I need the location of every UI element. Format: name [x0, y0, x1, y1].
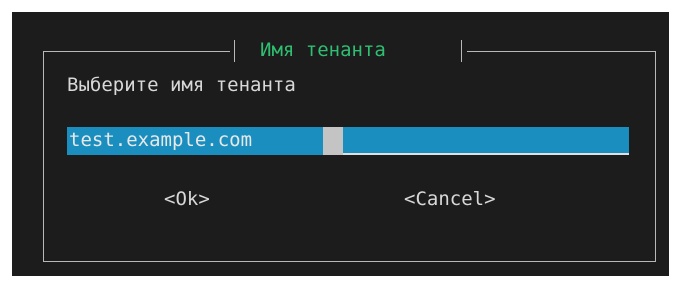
dialog-border-top-right [467, 51, 656, 52]
dialog-border-top-left [43, 51, 230, 52]
title-left-bracket [234, 40, 235, 62]
dialog-border-right [655, 51, 656, 262]
tenant-name-input[interactable]: test.example.com [67, 127, 629, 155]
dialog-title: Имя тенанта [260, 39, 386, 61]
tenant-name-input-value: test.example.com [69, 129, 253, 151]
cancel-button[interactable]: <Cancel> [404, 187, 496, 211]
dialog-border-bottom [43, 261, 656, 262]
title-right-bracket [461, 40, 462, 62]
input-underline [343, 153, 629, 155]
text-cursor [323, 127, 343, 155]
ok-button[interactable]: <Ok> [164, 187, 210, 211]
prompt-label: Выберите имя тенанта [67, 74, 296, 96]
dialog-border-left [43, 51, 44, 262]
terminal-window: Имя тенанта Выберите имя тенанта test.ex… [12, 12, 669, 276]
